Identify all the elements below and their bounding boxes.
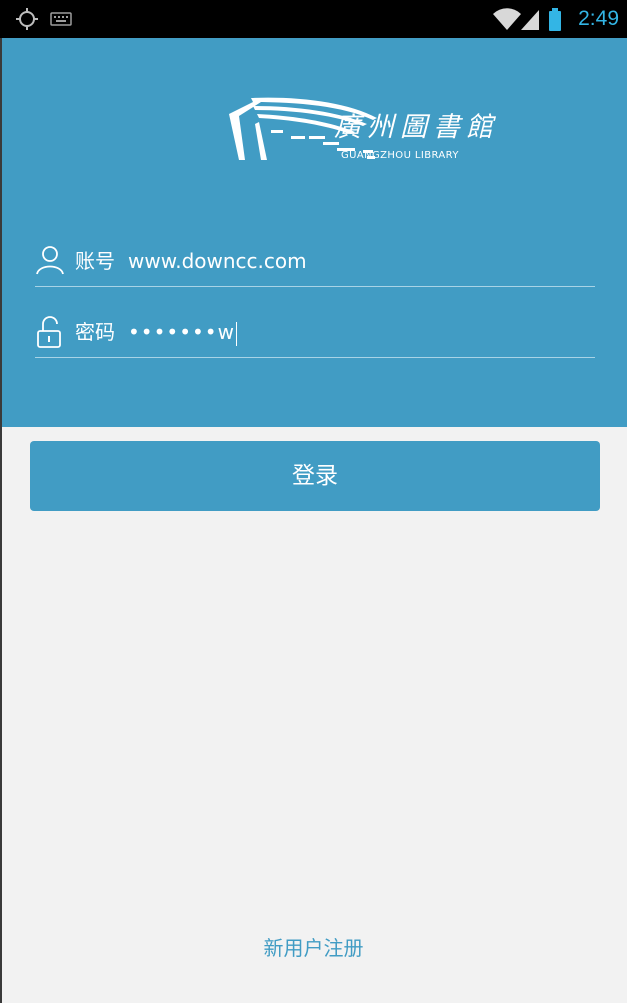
user-icon bbox=[35, 244, 67, 276]
library-name-cn: 廣州圖書館 bbox=[334, 112, 499, 143]
register-link[interactable]: 新用户注册 bbox=[0, 934, 627, 962]
gps-icon bbox=[14, 0, 40, 42]
unlock-icon bbox=[35, 315, 67, 348]
login-screen: 2:49 廣州圖書館 GUANGZHOU LIBRARY 账号 www.down… bbox=[0, 0, 627, 1003]
clock-time: 2:49 bbox=[578, 7, 619, 30]
window-edge bbox=[0, 38, 2, 1003]
password-field[interactable]: 密码 •••••••w bbox=[35, 309, 595, 358]
login-button[interactable]: 登录 bbox=[30, 441, 600, 511]
account-label: 账号 bbox=[75, 249, 115, 273]
password-input[interactable]: •••••••w bbox=[128, 319, 237, 346]
keyboard-icon bbox=[50, 0, 72, 42]
battery-icon bbox=[547, 0, 563, 42]
wifi-icon bbox=[492, 0, 522, 42]
signal-icon bbox=[520, 0, 540, 42]
library-name-en: GUANGZHOU LIBRARY bbox=[341, 150, 459, 161]
account-field[interactable]: 账号 www.downcc.com bbox=[35, 238, 595, 287]
account-input[interactable]: www.downcc.com bbox=[128, 248, 307, 274]
password-last-char: w bbox=[217, 320, 235, 344]
text-cursor bbox=[235, 321, 237, 346]
status-bar: 2:49 bbox=[0, 0, 627, 38]
password-mask: ••••••• bbox=[128, 320, 218, 344]
password-label: 密码 bbox=[75, 320, 115, 344]
